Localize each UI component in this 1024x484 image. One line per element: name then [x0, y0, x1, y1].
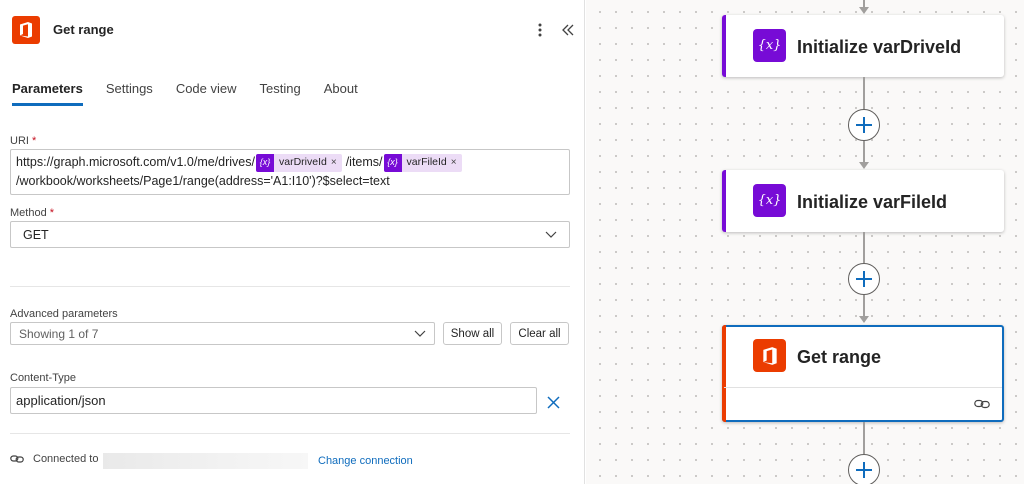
divider [10, 433, 570, 434]
connector-arrow [859, 7, 869, 14]
card-title: Get range [797, 347, 882, 367]
tab-settings[interactable]: Settings [106, 81, 153, 106]
required-mark: * [32, 135, 37, 147]
content-type-input[interactable]: application/json [10, 387, 537, 414]
advanced-parameters-dropdown[interactable]: Showing 1 of 7 [10, 322, 435, 345]
card-accent-bar [722, 170, 726, 232]
add-action-button[interactable] [848, 263, 880, 295]
card-title: Initialize varDriveId [797, 37, 962, 57]
redacted-account [103, 453, 308, 469]
connector-arrow [859, 316, 869, 323]
uri-label: URI * [10, 135, 37, 147]
more-options-icon[interactable] [533, 20, 547, 40]
connection-link-icon [974, 398, 990, 413]
action-details-panel: Get range Parameters Settings Code view … [0, 0, 585, 484]
panel-title: Get range [53, 22, 114, 37]
content-type-value: application/json [16, 393, 106, 408]
action-card-initialize-var-file-id[interactable]: {x} Initialize varFileId [722, 170, 1004, 232]
connector-line [863, 422, 865, 454]
uri-text-segment: /items/ [345, 155, 383, 169]
tab-parameters[interactable]: Parameters [12, 81, 83, 106]
tab-code-view[interactable]: Code view [176, 81, 237, 106]
token-label: varFileId [406, 156, 447, 168]
token-label: varDriveId [278, 156, 327, 168]
action-card-get-range[interactable]: Get range [722, 325, 1004, 422]
variable-icon: {x} [753, 184, 786, 217]
chevron-down-icon [414, 327, 426, 341]
remove-parameter-icon[interactable] [545, 394, 561, 410]
action-card-initialize-var-drive-id[interactable]: {x} Initialize varDriveId [722, 15, 1004, 77]
tab-about[interactable]: About [324, 81, 358, 106]
office-icon [12, 16, 40, 44]
card-accent-bar [722, 15, 726, 77]
remove-token-icon[interactable]: × [451, 153, 457, 172]
variable-icon: {x} [753, 29, 786, 62]
chevron-down-icon [545, 228, 557, 242]
tab-bar: Parameters Settings Code view Testing Ab… [12, 81, 381, 106]
flow-canvas[interactable]: {x} Initialize varDriveId {x} Initialize… [586, 0, 1024, 484]
connection-info: Connected to [10, 453, 98, 465]
card-accent-bar [722, 325, 726, 422]
uri-text-segment: /workbook/worksheets/Page1/range(address… [16, 174, 390, 188]
connected-to-label: Connected to [33, 453, 99, 465]
uri-text-segment: https://graph.microsoft.com/v1.0/me/driv… [16, 155, 255, 169]
add-action-button[interactable] [848, 454, 880, 484]
token-var-file-id[interactable]: {x} varFileId × [383, 153, 462, 172]
required-mark: * [49, 207, 55, 219]
change-connection-link[interactable]: Change connection [318, 455, 413, 467]
method-label: Method * [10, 207, 55, 219]
connection-link-icon [10, 454, 24, 464]
collapse-panel-icon[interactable] [559, 20, 577, 40]
card-divider [724, 387, 1002, 388]
uri-input[interactable]: https://graph.microsoft.com/v1.0/me/driv… [10, 149, 570, 195]
add-action-button[interactable] [848, 109, 880, 141]
connector-line [863, 295, 865, 317]
show-all-button[interactable]: Show all [443, 322, 502, 345]
office-icon [753, 339, 786, 372]
card-title: Initialize varFileId [797, 192, 948, 212]
divider [10, 286, 570, 287]
connector-line [863, 77, 865, 109]
remove-token-icon[interactable]: × [331, 153, 337, 172]
method-value: GET [23, 227, 49, 242]
advanced-parameters-label: Advanced parameters [10, 308, 118, 320]
advanced-parameters-value: Showing 1 of 7 [19, 326, 99, 341]
token-var-drive-id[interactable]: {x} varDriveId × [255, 153, 342, 172]
connector-arrow [859, 162, 869, 169]
tab-testing[interactable]: Testing [260, 81, 301, 106]
variable-icon: {x} [255, 153, 274, 172]
connector-line [863, 232, 865, 263]
variable-icon: {x} [383, 153, 402, 172]
connector-line [863, 141, 865, 163]
content-type-label: Content-Type [10, 372, 77, 384]
method-dropdown[interactable]: GET [10, 221, 570, 248]
clear-all-button[interactable]: Clear all [510, 322, 569, 345]
